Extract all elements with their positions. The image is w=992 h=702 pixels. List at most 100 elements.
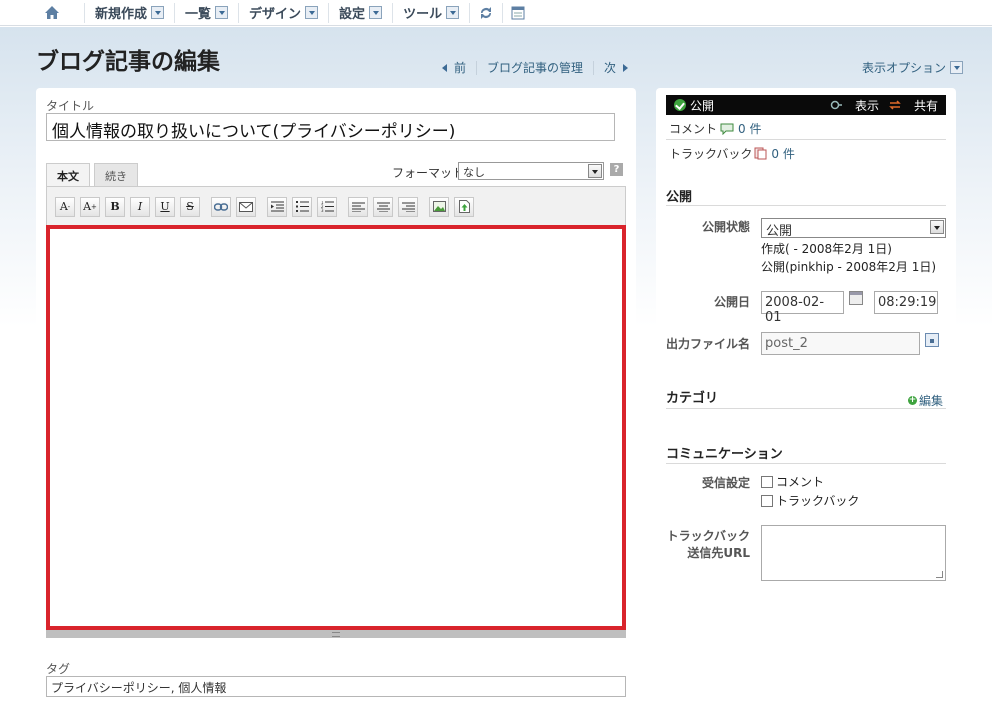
trackback-url-textarea[interactable]	[761, 525, 946, 581]
editor-toolbar: A- A + B I U S 123	[46, 186, 626, 226]
body-editor[interactable]	[46, 225, 626, 630]
chevron-down-icon[interactable]	[215, 6, 229, 19]
nav-design-label: デザイン	[249, 7, 302, 22]
refresh-icon[interactable]	[469, 2, 502, 23]
chevron-down-icon[interactable]	[305, 6, 319, 19]
tags-label: タグ	[46, 662, 71, 676]
status-badge: 公開	[690, 98, 715, 113]
lock-icon[interactable]	[925, 333, 939, 347]
accept-label: 受信設定	[701, 476, 750, 490]
divider	[593, 60, 595, 75]
home-icon[interactable]	[44, 3, 84, 23]
nav-list[interactable]: 一覧	[174, 2, 238, 23]
publish-time-input[interactable]: 08:29:19	[874, 291, 938, 314]
bold-button[interactable]: B	[105, 196, 125, 217]
next-link[interactable]: 次	[604, 59, 629, 76]
nav-list-label: 一覧	[185, 7, 212, 22]
check-icon	[674, 99, 686, 111]
divider	[666, 408, 946, 409]
font-larger-label: A	[83, 200, 92, 213]
font-smaller-label: A	[59, 200, 68, 213]
chevron-left-icon	[442, 63, 447, 72]
editor-tabs: 本文 続き	[46, 163, 142, 188]
pager: 前 ブログ記事の管理 次	[442, 59, 629, 76]
trackbacks-label: トラックバック	[669, 147, 753, 161]
plus-icon: +	[908, 395, 917, 405]
accept-trackbacks-row[interactable]: トラックバック	[761, 492, 859, 509]
communication-heading: コミュニケーション	[666, 447, 783, 462]
tags-input[interactable]: プライバシーポリシー, 個人情報	[46, 676, 626, 697]
share-label: 共有	[913, 98, 938, 113]
nav-new[interactable]: 新規作成	[84, 2, 174, 23]
indent-icon[interactable]	[267, 196, 287, 217]
publish-heading: 公開	[666, 190, 693, 205]
trackbacks-count-link[interactable]: 0 件	[771, 145, 794, 162]
tab-more[interactable]: 続き	[94, 163, 138, 187]
accept-trackbacks-label: トラックバック	[776, 494, 860, 508]
chevron-down-icon[interactable]	[930, 220, 944, 234]
trackbacks-row: トラックバック 0 件	[669, 145, 795, 162]
font-larger-button[interactable]: A +	[80, 196, 100, 217]
prev-link[interactable]: 前	[442, 59, 466, 76]
align-left-icon[interactable]	[348, 196, 368, 217]
trackback-icon	[754, 147, 767, 160]
share-link[interactable]: 共有	[889, 97, 938, 114]
tab-body[interactable]: 本文	[46, 163, 90, 188]
underline-button[interactable]: U	[155, 196, 175, 217]
published-info: 公開(pinkhip - 2008年2月 1日)	[761, 260, 937, 274]
publish-status-value: 公開	[766, 224, 793, 239]
chevron-down-icon[interactable]	[446, 6, 460, 19]
divider	[666, 205, 946, 206]
format-select[interactable]: なし	[458, 162, 604, 180]
nav-tools[interactable]: ツール	[392, 2, 469, 23]
email-icon[interactable]	[236, 196, 256, 217]
nav-settings[interactable]: 設定	[328, 2, 392, 23]
accept-comments-row[interactable]: コメント	[761, 473, 824, 490]
publish-status-select[interactable]: 公開	[761, 218, 946, 239]
link-icon[interactable]	[211, 196, 231, 217]
image-icon[interactable]	[429, 196, 449, 217]
chevron-down-icon[interactable]	[369, 6, 383, 19]
comments-label: コメント	[669, 122, 718, 136]
help-icon[interactable]: ?	[610, 163, 623, 176]
trackback-url-label: トラックバック 送信先URL	[660, 527, 750, 561]
trackback-url-label-line2: 送信先URL	[687, 546, 750, 560]
divider	[666, 139, 946, 140]
italic-button[interactable]: I	[130, 196, 150, 217]
divider	[476, 60, 478, 75]
comment-icon	[720, 123, 734, 135]
comments-count-link[interactable]: 0 件	[738, 120, 761, 137]
strike-button[interactable]: S	[180, 196, 200, 217]
prev-label: 前	[454, 61, 467, 75]
title-input[interactable]: 個人情報の取り扱いについて(プライバシーポリシー)	[46, 113, 615, 142]
strike-label: S	[186, 200, 194, 213]
chevron-down-icon[interactable]	[151, 6, 165, 19]
category-edit-link[interactable]: + 編集	[908, 392, 943, 409]
created-info: 作成( - 2008年2月 1日)	[761, 242, 892, 256]
align-center-icon[interactable]	[373, 196, 393, 217]
manage-posts-link[interactable]: ブログ記事の管理	[487, 59, 583, 76]
bullet-list-icon[interactable]	[292, 196, 312, 217]
display-options-link[interactable]: 表示オプション	[862, 59, 964, 76]
publish-date-label: 公開日	[713, 295, 750, 309]
underline-label: U	[160, 200, 170, 213]
nav-new-label: 新規作成	[95, 7, 148, 22]
output-file-label: 出力ファイル名	[666, 337, 751, 351]
chevron-right-icon	[623, 63, 629, 72]
comments-row: コメント 0 件	[669, 120, 761, 137]
upload-file-icon[interactable]	[454, 196, 474, 217]
font-smaller-button[interactable]: A-	[55, 196, 75, 217]
view-site-icon[interactable]	[502, 2, 533, 23]
chevron-down-icon[interactable]	[950, 61, 964, 74]
accept-trackbacks-checkbox[interactable]	[761, 494, 773, 507]
output-file-input[interactable]: post_2	[761, 332, 920, 355]
align-right-icon[interactable]	[398, 196, 418, 217]
publish-date-input[interactable]: 2008-02-01	[761, 291, 844, 325]
numbered-list-icon[interactable]: 123	[317, 196, 337, 217]
calendar-icon[interactable]	[849, 291, 863, 305]
view-link[interactable]: 表示	[830, 97, 879, 114]
editor-resize-handle[interactable]	[46, 630, 626, 638]
accept-comments-checkbox[interactable]	[761, 475, 773, 488]
nav-design[interactable]: デザイン	[238, 2, 328, 23]
chevron-down-icon[interactable]	[588, 164, 602, 178]
